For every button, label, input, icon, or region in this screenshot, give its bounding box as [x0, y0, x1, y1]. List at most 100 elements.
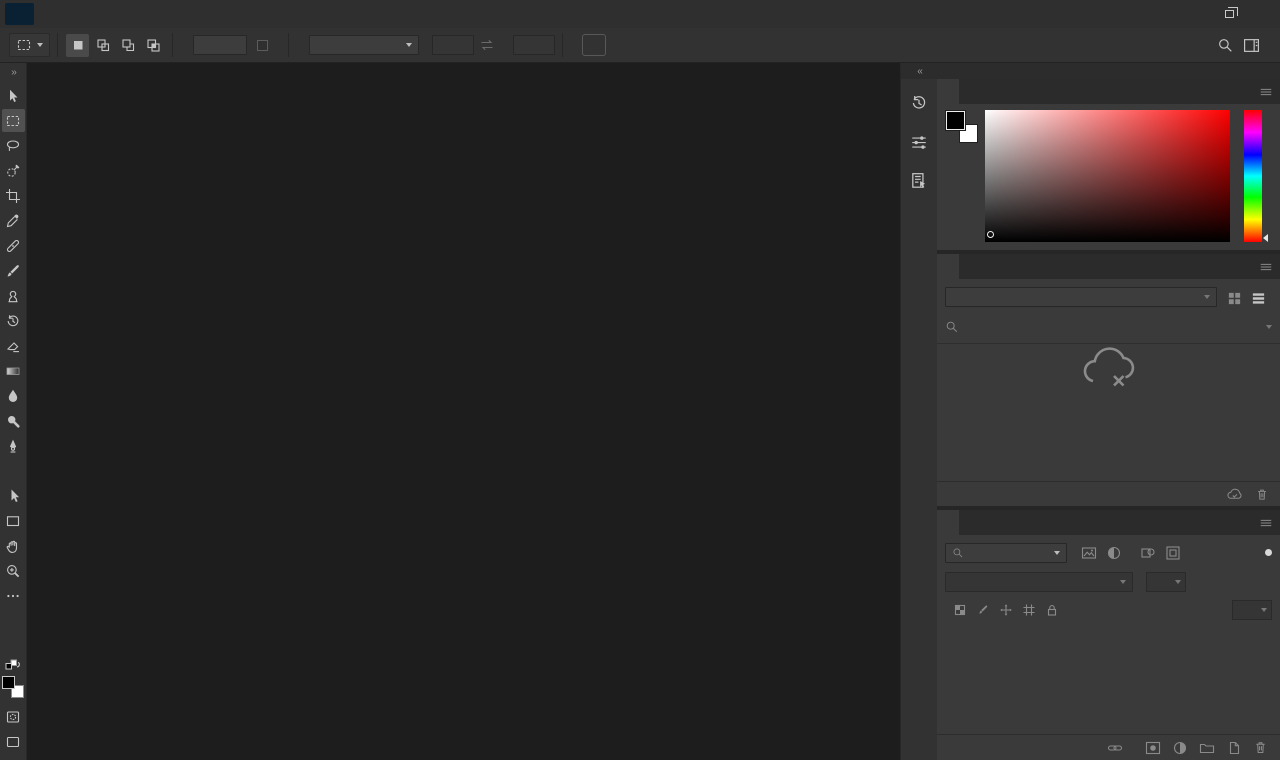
tab-adjustments[interactable] [959, 254, 981, 279]
tool-spot-healing-brush[interactable] [2, 234, 25, 257]
opacity-field[interactable] [1146, 572, 1186, 592]
tool-lasso[interactable] [2, 134, 25, 157]
lock-image-pixels-button[interactable] [976, 603, 990, 617]
tool-move[interactable] [2, 84, 25, 107]
foreground-background-colors[interactable] [2, 676, 24, 698]
panel-foreground-background-colors[interactable] [946, 111, 978, 143]
menu-bar [0, 0, 1280, 28]
feather-input[interactable] [193, 35, 247, 55]
close-button[interactable] [1246, 0, 1280, 28]
tool-blur[interactable] [2, 384, 25, 407]
screen-mode-button[interactable] [2, 730, 25, 753]
width-input[interactable] [432, 35, 474, 55]
tool-type[interactable] [2, 459, 25, 482]
stock-search-input[interactable] [966, 321, 1259, 333]
tool-rectangle-shape[interactable] [2, 509, 25, 532]
hue-slider-handle[interactable] [1263, 234, 1268, 242]
tool-eraser[interactable] [2, 334, 25, 357]
lock-transparent-pixels-button[interactable] [953, 603, 967, 617]
cc-sync-status-button[interactable] [1226, 487, 1243, 501]
blend-mode-select[interactable] [945, 572, 1133, 592]
filter-pixel-layers-button[interactable] [1081, 545, 1097, 561]
toolbar-bottom-controls [2, 659, 25, 760]
fill-field[interactable] [1232, 600, 1272, 620]
document-canvas-area[interactable] [27, 63, 900, 760]
layer-filter-toggle[interactable] [1265, 549, 1272, 556]
filter-adjustment-layers-button[interactable] [1106, 545, 1122, 561]
swap-width-height-button[interactable] [474, 32, 500, 58]
tool-history-brush[interactable] [2, 309, 25, 332]
add-layer-mask-button[interactable] [1145, 740, 1161, 756]
properties-panel-button[interactable] [903, 127, 935, 157]
zoom-tool-icon [5, 563, 21, 579]
intersect-selection-button[interactable] [141, 34, 164, 57]
add-to-selection-button[interactable] [91, 34, 114, 57]
color-panel-menu-button[interactable] [1259, 85, 1273, 99]
expand-panels-button[interactable]: « [901, 63, 937, 79]
quick-mask-button[interactable] [2, 705, 25, 728]
select-and-mask-button[interactable] [582, 34, 606, 56]
tool-eyedropper[interactable] [2, 209, 25, 232]
new-layer-button[interactable] [1226, 740, 1242, 756]
expand-toolbar-button[interactable]: » [0, 66, 26, 79]
layers-panel-menu-button[interactable] [1259, 516, 1273, 530]
delete-library-item-button[interactable] [1255, 487, 1269, 502]
trash-icon [1253, 740, 1268, 755]
foreground-color-swatch[interactable] [2, 676, 15, 689]
tool-quick-selection[interactable] [2, 159, 25, 182]
new-group-button[interactable] [1199, 740, 1215, 756]
grid-view-button[interactable] [1225, 289, 1243, 307]
tool-dodge[interactable] [2, 409, 25, 432]
new-adjustment-layer-button[interactable] [1172, 740, 1188, 756]
stock-search-field[interactable] [945, 317, 1272, 337]
link-layers-button[interactable] [1107, 740, 1123, 756]
tool-zoom[interactable] [2, 559, 25, 582]
delete-layer-button[interactable] [1253, 740, 1268, 755]
filter-shape-layers-button[interactable] [1140, 545, 1156, 561]
hue-slider[interactable] [1244, 110, 1262, 242]
subtract-from-selection-button[interactable] [116, 34, 139, 57]
tool-crop[interactable] [2, 184, 25, 207]
learn-panel-button[interactable] [903, 166, 935, 196]
tool-path-selection[interactable] [2, 484, 25, 507]
list-view-button[interactable] [1249, 289, 1267, 307]
library-select[interactable] [945, 287, 1217, 307]
tool-clone-stamp[interactable] [2, 284, 25, 307]
default-and-swap-colors-icon[interactable] [3, 659, 23, 672]
panel-dock [937, 63, 1280, 760]
history-panel-button[interactable] [903, 88, 935, 118]
new-selection-button[interactable] [66, 34, 89, 57]
edit-toolbar-button[interactable] [2, 584, 25, 607]
tab-paths[interactable] [981, 510, 1003, 535]
tool-gradient[interactable] [2, 359, 25, 382]
panel-dock-header[interactable] [937, 63, 1280, 79]
color-cursor[interactable] [987, 231, 994, 238]
tool-preset-picker[interactable] [9, 33, 50, 57]
lock-all-button[interactable] [1045, 603, 1059, 617]
layer-filter-type-select[interactable] [945, 543, 1067, 563]
tab-layers[interactable] [937, 510, 959, 535]
tool-hand[interactable] [2, 534, 25, 557]
minimize-button[interactable] [1178, 0, 1212, 28]
tab-color[interactable] [937, 79, 959, 104]
saturation-brightness-field[interactable] [985, 110, 1230, 242]
tab-channels[interactable] [959, 510, 981, 535]
search-button[interactable] [1212, 32, 1238, 58]
foreground-color-swatch[interactable] [946, 111, 965, 130]
lock-row [945, 599, 1272, 620]
filter-smart-objects-button[interactable] [1165, 545, 1181, 561]
photoshop-logo[interactable] [5, 3, 34, 25]
libraries-panel-menu-button[interactable] [1259, 260, 1273, 274]
lock-position-button[interactable] [999, 603, 1013, 617]
lock-artboard-nesting-button[interactable] [1022, 603, 1036, 617]
tool-brush[interactable] [2, 259, 25, 282]
tab-swatches[interactable] [959, 79, 981, 104]
tool-rectangular-marquee[interactable] [2, 109, 25, 132]
style-select[interactable] [309, 35, 419, 55]
tool-pen[interactable] [2, 434, 25, 457]
restore-button[interactable] [1212, 0, 1246, 28]
tab-libraries[interactable] [937, 254, 959, 279]
antialias-checkbox[interactable] [257, 40, 268, 51]
height-input[interactable] [513, 35, 555, 55]
workspace-switcher-button[interactable] [1238, 32, 1264, 58]
